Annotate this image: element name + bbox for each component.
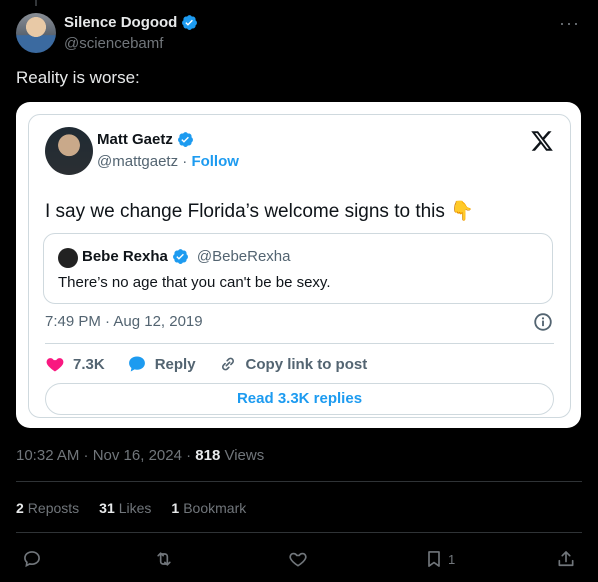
- embed-author-handle[interactable]: @mattgaetz: [97, 153, 178, 170]
- share-icon: [558, 551, 574, 567]
- copy-link-label: Copy link to post: [245, 355, 368, 373]
- reply-icon: [24, 551, 40, 568]
- embed-post-text-row: I say we change Florida’s welcome signs …: [45, 199, 474, 223]
- embed-avatar[interactable]: [45, 127, 93, 175]
- embed-post-text: I say we change Florida’s welcome signs …: [45, 201, 445, 222]
- quote-text: There’s no age that you can't be be sexy…: [58, 274, 331, 291]
- embed-timestamp[interactable]: 7:49 PM · Aug 12, 2019: [45, 313, 203, 330]
- avatar[interactable]: [16, 13, 56, 53]
- link-icon: [221, 357, 234, 371]
- post-text: Reality is worse:: [16, 68, 140, 87]
- reply-bubble-icon: [128, 356, 145, 372]
- quoted-post[interactable]: Bebe Rexha @BebeRexha There’s no age tha…: [43, 233, 553, 304]
- like-button[interactable]: 7.3K: [45, 354, 105, 374]
- repost-icon: [157, 552, 171, 566]
- bookmark-count: 1: [448, 551, 456, 567]
- like-action[interactable]: [288, 546, 314, 572]
- post-action-bar: 1: [16, 546, 582, 572]
- engagement-stats: 2 Reposts 31 Likes 1 Bookmark: [16, 500, 246, 516]
- x-logo-icon[interactable]: [530, 129, 554, 153]
- bookmarks-count: 1: [171, 500, 180, 516]
- quote-avatar[interactable]: [58, 248, 78, 268]
- post-timestamp[interactable]: 10:32 AM · Nov 16, 2024 ·: [16, 447, 195, 464]
- verified-badge-icon: [182, 15, 198, 30]
- likes-count: 31: [99, 500, 115, 516]
- bookmarks-stat[interactable]: 1 Bookmark: [171, 500, 246, 516]
- post-meta: 10:32 AM · Nov 16, 2024 · 818 Views: [16, 447, 264, 464]
- quote-author-name[interactable]: Bebe Rexha: [82, 248, 168, 265]
- reposts-stat[interactable]: 2 Reposts: [16, 500, 79, 516]
- embed-author-name-row[interactable]: Matt Gaetz: [97, 131, 194, 148]
- share-action[interactable]: [556, 546, 582, 572]
- reply-label: Reply: [154, 355, 196, 373]
- divider: [16, 532, 582, 533]
- views-count: 818: [195, 447, 221, 464]
- divider: [45, 343, 554, 344]
- reply-button[interactable]: Reply: [127, 354, 196, 374]
- reposts-count: 2: [16, 500, 24, 516]
- thread-connector-line: [35, 0, 37, 6]
- heart-outline-icon: [289, 552, 307, 567]
- likes-stat[interactable]: 31 Likes: [99, 500, 151, 516]
- embed-author-handle-row: @mattgaetz · Follow: [97, 153, 239, 170]
- post-header: Silence Dogood @sciencebamf ···: [16, 11, 582, 55]
- author-name-row[interactable]: Silence Dogood: [64, 14, 198, 31]
- author-handle[interactable]: @sciencebamf: [64, 35, 163, 52]
- bookmarks-label: Bookmark: [183, 500, 247, 516]
- more-options-icon[interactable]: ···: [559, 13, 580, 34]
- separator: ·: [178, 153, 192, 170]
- quote-author-row: Bebe Rexha @BebeRexha: [82, 248, 291, 265]
- bookmark-icon: [428, 551, 440, 567]
- views-label: Views: [220, 447, 265, 464]
- pointing-down-emoji: 👇: [450, 201, 474, 222]
- reply-action[interactable]: [22, 546, 48, 572]
- like-count: 7.3K: [73, 355, 105, 373]
- embed-actions: 7.3K Reply Copy link to post: [45, 353, 367, 375]
- likes-label: Likes: [118, 500, 152, 516]
- info-icon[interactable]: [532, 311, 554, 333]
- heart-icon: [46, 358, 64, 372]
- embedded-post: Matt Gaetz @mattgaetz · Follow I say we …: [28, 114, 571, 418]
- follow-link[interactable]: Follow: [191, 153, 239, 170]
- author-name[interactable]: Silence Dogood: [64, 14, 177, 31]
- quote-author-handle[interactable]: @BebeRexha: [197, 248, 291, 265]
- repost-action[interactable]: [154, 546, 180, 572]
- embedded-post-card[interactable]: Matt Gaetz @mattgaetz · Follow I say we …: [16, 102, 581, 428]
- reposts-label: Reposts: [27, 500, 80, 516]
- copy-link-button[interactable]: Copy link to post: [218, 354, 368, 374]
- verified-badge-icon: [177, 132, 193, 147]
- read-replies-button[interactable]: Read 3.3K replies: [45, 383, 554, 415]
- divider: [16, 481, 582, 482]
- embed-author-name[interactable]: Matt Gaetz: [97, 131, 173, 148]
- verified-badge-icon: [172, 249, 188, 264]
- bookmark-action[interactable]: 1: [424, 546, 474, 572]
